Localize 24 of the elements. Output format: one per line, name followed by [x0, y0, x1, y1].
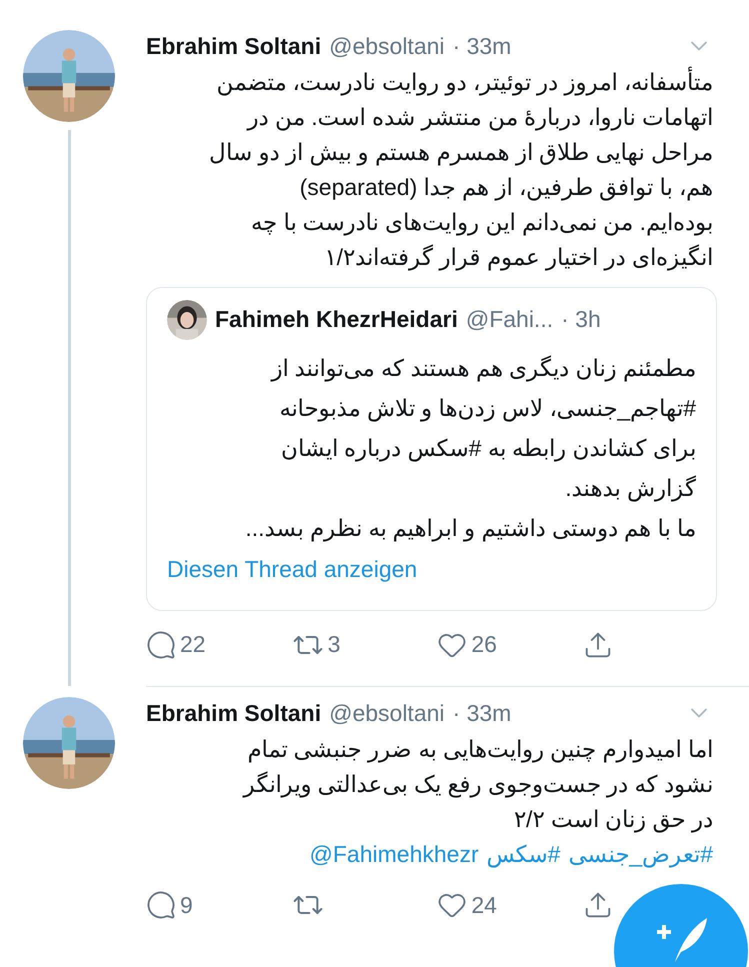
timestamp: · 3h: [561, 305, 601, 334]
timestamp: · 33m: [452, 32, 512, 61]
reply-button[interactable]: 9: [146, 888, 193, 922]
user-name[interactable]: Ebrahim Soltani: [146, 32, 322, 61]
like-button[interactable]: 26: [437, 627, 497, 662]
user-handle: @ebsoltani: [329, 32, 445, 61]
user-name[interactable]: Ebrahim Soltani: [146, 698, 322, 728]
user-name[interactable]: Fahimeh KhezrHeidari: [215, 305, 458, 334]
tweet-text: متأسفانه، امروز در توئیتر، دو روایت نادرست، متضمن اتهامات ناروا، دربارهٔ من منتشر شده است. من در مراحل نهایی طلاق از همسرم هستم و بیش از دو سال هم، با توافق طرفین، از هم جدا (separated) بوده‌ایم. من نمی‌دانم این روایت‌های نادرست با چه انگیزه‌ای در اختیار عموم قرار گرفته‌اند۱/۲: [208, 66, 713, 273]
tweet-text: اما امیدوارم چنین روایت‌هایی به ضرر جنبشی تمام نشود که در جست‌وجوی رفع یک بی‌عدالتی ویرانگر در حق زنان است ۲/۲: [242, 734, 713, 835]
show-thread-link[interactable]: Diesen Thread anzeigen: [167, 552, 696, 586]
hashtag-link[interactable]: #تعرض_جنسی: [568, 836, 713, 872]
hashtag-link[interactable]: @Fahimehkhezr: [310, 836, 479, 872]
speech-bubble-icon: [146, 630, 176, 660]
quoted-tweet-card[interactable]: [146, 286, 717, 612]
retweet-button[interactable]: 3: [292, 627, 340, 662]
tweet-text: مطمئنم زنان دیگری هم هستند که می‌توانند از #تهاجم_جنسی، لاس زدن‌ها و تلاش مذبوحانه برای کشاندن رابطه به #سکس درباره ایشان گزارش بدهند. ما با هم دوستی داشتیم و ابراهیم به نظرم بسد...: [244, 354, 696, 544]
hashtag-link[interactable]: #سکس: [486, 836, 560, 872]
user-handle: @ebsoltani: [329, 698, 445, 728]
user-handle: @Fahi...: [466, 305, 554, 334]
like-button[interactable]: 24: [437, 888, 497, 922]
timestamp: · 33m: [452, 698, 512, 728]
speech-bubble-icon: [146, 890, 176, 920]
reply-button[interactable]: 22: [146, 627, 206, 662]
